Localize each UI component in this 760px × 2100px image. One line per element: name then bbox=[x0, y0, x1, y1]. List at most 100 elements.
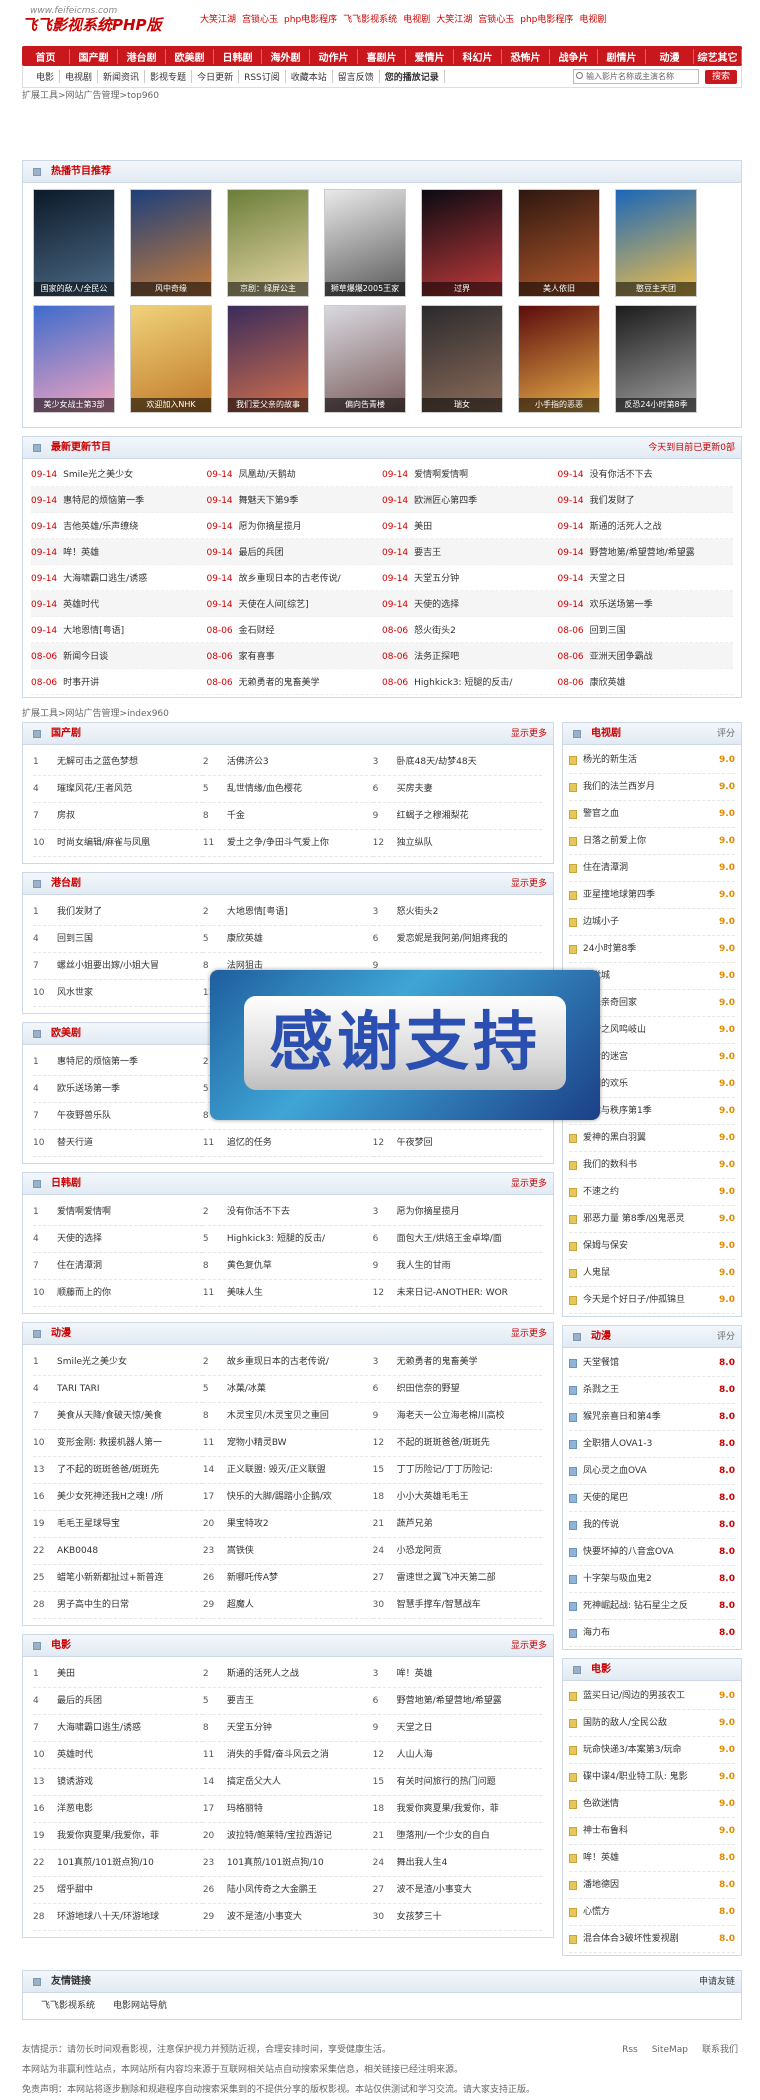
ranking-title[interactable]: 快乐亲奇回家 bbox=[583, 990, 713, 1017]
list-item[interactable]: 12 独立纵队 bbox=[372, 830, 543, 857]
ranking-title[interactable]: 人鬼鼠 bbox=[583, 1260, 713, 1287]
poster-card[interactable]: 瑞女 bbox=[421, 305, 503, 413]
item-title[interactable]: 美田 bbox=[57, 1669, 75, 1679]
item-title[interactable]: 101真煎/101斑点狗/10 bbox=[227, 1858, 324, 1868]
item-title[interactable]: 顺藤而上的你 bbox=[57, 1288, 111, 1298]
list-item[interactable]: 3 无赖勇者的鬼畜美学 bbox=[372, 1349, 543, 1376]
list-item[interactable]: 2 大地恩情[粤语] bbox=[202, 899, 373, 926]
poster-card[interactable]: 偏向告青楼 bbox=[324, 305, 406, 413]
subnav-item[interactable]: 留言反馈 bbox=[333, 70, 380, 83]
update-title[interactable]: 舞魅天下第9季 bbox=[239, 496, 299, 506]
update-title[interactable]: 大海啸霸口逃生/诱惑 bbox=[63, 574, 147, 584]
item-title[interactable]: 爱情啊爱情啊 bbox=[57, 1207, 111, 1217]
item-title[interactable]: 螺丝小姐要出嫁/小姐大冒 bbox=[57, 961, 159, 971]
poster-card[interactable]: 美少女战士第3部 bbox=[33, 305, 115, 413]
list-item[interactable]: 27 波不是渣/小事变大 bbox=[372, 1877, 543, 1904]
update-item[interactable]: 09-14 要吉王 bbox=[382, 545, 558, 558]
list-item[interactable]: 11 追忆的任务 bbox=[202, 1130, 373, 1157]
nav-item[interactable]: 国产剧 bbox=[70, 48, 118, 64]
update-item[interactable]: 09-14 欧洲匠心第四季 bbox=[382, 493, 558, 506]
item-title[interactable]: 玛格丽特 bbox=[227, 1804, 263, 1814]
list-item[interactable]: 10 时尚女编辑/麻雀与凤凰 bbox=[33, 830, 203, 857]
ranking-title[interactable]: 潘地德因 bbox=[583, 1872, 713, 1899]
section-title[interactable]: 电影 bbox=[51, 1640, 71, 1651]
item-title[interactable]: 消失的手臂/奋斗风云之消 bbox=[227, 1750, 329, 1760]
item-title[interactable]: 黄色复仇草 bbox=[227, 1261, 272, 1271]
ranking-title[interactable]: 天使的尾巴 bbox=[583, 1485, 713, 1512]
list-item[interactable]: 15 丁丁历险记/丁丁历险记: bbox=[372, 1457, 543, 1484]
poster-card[interactable]: 我们爱父亲的故事 bbox=[227, 305, 309, 413]
list-item[interactable]: 7 美食从天降/食破天惊/美食 bbox=[33, 1403, 203, 1430]
item-title[interactable]: 我爱你爽夏果/我爱你，菲 bbox=[57, 1831, 159, 1841]
item-title[interactable]: 环游地球八十天/环游地球 bbox=[57, 1912, 159, 1922]
list-item[interactable]: 7 大海啸霸口逃生/诱惑 bbox=[33, 1715, 203, 1742]
ranking-item[interactable]: 保姆与保安 9.0 bbox=[569, 1233, 735, 1260]
list-item[interactable]: 14 正义联盟: 毁灭/正义联盟 bbox=[202, 1457, 373, 1484]
ranking-title[interactable]: 哞！英雄 bbox=[583, 1845, 713, 1872]
update-title[interactable]: 我们发财了 bbox=[590, 496, 635, 506]
item-title[interactable]: 宠物小精灵BW bbox=[227, 1438, 287, 1448]
update-item[interactable]: 09-14 爱情啊爱情啊 bbox=[382, 467, 558, 480]
update-title[interactable]: 英雄时代 bbox=[63, 600, 99, 610]
poster-card[interactable]: 狮草爆爆2005王家 bbox=[324, 189, 406, 297]
item-title[interactable]: 果宝特攻2 bbox=[227, 1519, 269, 1529]
list-item[interactable]: 12 人山人海 bbox=[372, 1742, 543, 1769]
ranking-title[interactable]: 我的传说 bbox=[583, 1512, 713, 1539]
list-item[interactable]: 30 智慧手撑车/智慧战车 bbox=[372, 1592, 543, 1619]
ranking-item[interactable]: 今天是个好日子/仲孤锦旦 9.0 bbox=[569, 1287, 735, 1314]
ranking-item[interactable]: 快要坏掉的八音盒OVA 8.0 bbox=[569, 1539, 735, 1566]
ranking-title[interactable]: 亚星撞地球第四季 bbox=[583, 882, 713, 909]
list-item[interactable]: 11 美味人生 bbox=[202, 1280, 373, 1307]
update-item[interactable]: 09-14 大地恩情[粤语] bbox=[31, 623, 207, 636]
update-item[interactable]: 08-06 康欣英雄 bbox=[558, 675, 734, 688]
list-item[interactable]: 2 活佛济公3 bbox=[202, 749, 373, 776]
list-item[interactable]: 1 爱情啊爱情啊 bbox=[33, 1199, 203, 1226]
list-item[interactable]: 3 哞！英雄 bbox=[372, 1661, 543, 1688]
ranking-title[interactable]: 邪恶力量 第8季/凶鬼恶灵 bbox=[583, 1206, 713, 1233]
friend-link[interactable]: 电影网站导航 bbox=[113, 2001, 167, 2011]
item-title[interactable]: 斯通的活死人之战 bbox=[227, 1669, 299, 1679]
update-title[interactable]: 野营地第/希望营地/希望露 bbox=[590, 548, 695, 558]
item-title[interactable]: 超魔人 bbox=[227, 1600, 254, 1610]
subnav-item[interactable]: 电视剧 bbox=[60, 70, 99, 83]
top-link[interactable]: php电影程序 bbox=[520, 15, 573, 25]
ranking-item[interactable]: 神士布鲁科 9.0 bbox=[569, 1818, 735, 1845]
list-item[interactable]: 1 无解可击之蓝色梦想 bbox=[33, 749, 203, 776]
item-title[interactable]: 人山人海 bbox=[397, 1750, 433, 1760]
list-item[interactable]: 30 女孩梦三十 bbox=[372, 1904, 543, 1931]
update-item[interactable]: 08-06 时事开讲 bbox=[31, 675, 207, 688]
list-item[interactable]: 22 AKB0048 bbox=[33, 1538, 203, 1565]
list-item[interactable]: 6 爱恋妮是我阿弟/阿姐疼我的 bbox=[372, 926, 543, 953]
item-title[interactable]: 住在清潭洞 bbox=[57, 1261, 102, 1271]
list-item[interactable]: 3 卧底48天/劫梦48天 bbox=[372, 749, 543, 776]
ranking-item[interactable]: 警官之血 9.0 bbox=[569, 801, 735, 828]
item-title[interactable]: AKB0048 bbox=[57, 1546, 98, 1556]
list-item[interactable]: 4 欧乐送场第一季 bbox=[33, 1076, 203, 1103]
poster-image[interactable]: 欢迎加入NHK bbox=[130, 305, 212, 413]
ranking-item[interactable]: 十字架与吸血鬼2 8.0 bbox=[569, 1566, 735, 1593]
item-title[interactable]: 我人生的甘雨 bbox=[397, 1261, 451, 1271]
ranking-item[interactable]: 边城小子 9.0 bbox=[569, 909, 735, 936]
poster-card[interactable]: 美人依旧 bbox=[518, 189, 600, 297]
item-title[interactable]: 美味人生 bbox=[227, 1288, 263, 1298]
ranking-item[interactable]: 死神崛起战: 钻石星尘之反 8.0 bbox=[569, 1593, 735, 1620]
subnav-item[interactable]: 收藏本站 bbox=[286, 70, 333, 83]
update-title[interactable]: 哞！英雄 bbox=[63, 548, 99, 558]
item-title[interactable]: 大地恩情[粤语] bbox=[227, 907, 288, 917]
apply-link[interactable]: 申请友链 bbox=[699, 1971, 735, 1993]
update-item[interactable]: 09-14 没有你活不下去 bbox=[558, 467, 734, 480]
ranking-item[interactable]: 凤心灵之血OVA 8.0 bbox=[569, 1458, 735, 1485]
ranking-title[interactable]: 玩命快递3/本案第3/玩命 bbox=[583, 1737, 713, 1764]
ranking-title[interactable]: 碟中谍4/职业特工队: 鬼影 bbox=[583, 1764, 713, 1791]
ranking-item[interactable]: 爱神的黑白羽翼 9.0 bbox=[569, 1125, 735, 1152]
top-link[interactable]: 宫锁心玉 bbox=[242, 15, 278, 25]
list-item[interactable]: 18 小小大英雄毛毛王 bbox=[372, 1484, 543, 1511]
update-title[interactable]: 愿为你摘星揽月 bbox=[239, 522, 302, 532]
list-item[interactable]: 23 嵩铁侠 bbox=[202, 1538, 373, 1565]
list-item[interactable]: 9 我人生的甘雨 bbox=[372, 1253, 543, 1280]
item-title[interactable]: 风水世家 bbox=[57, 988, 93, 998]
item-title[interactable]: 时尚女编辑/麻雀与凤凰 bbox=[57, 838, 150, 848]
item-title[interactable]: 美食从天降/食破天惊/美食 bbox=[57, 1411, 162, 1421]
update-item[interactable]: 09-14 哞！英雄 bbox=[31, 545, 207, 558]
item-title[interactable]: 无解可击之蓝色梦想 bbox=[57, 757, 138, 767]
